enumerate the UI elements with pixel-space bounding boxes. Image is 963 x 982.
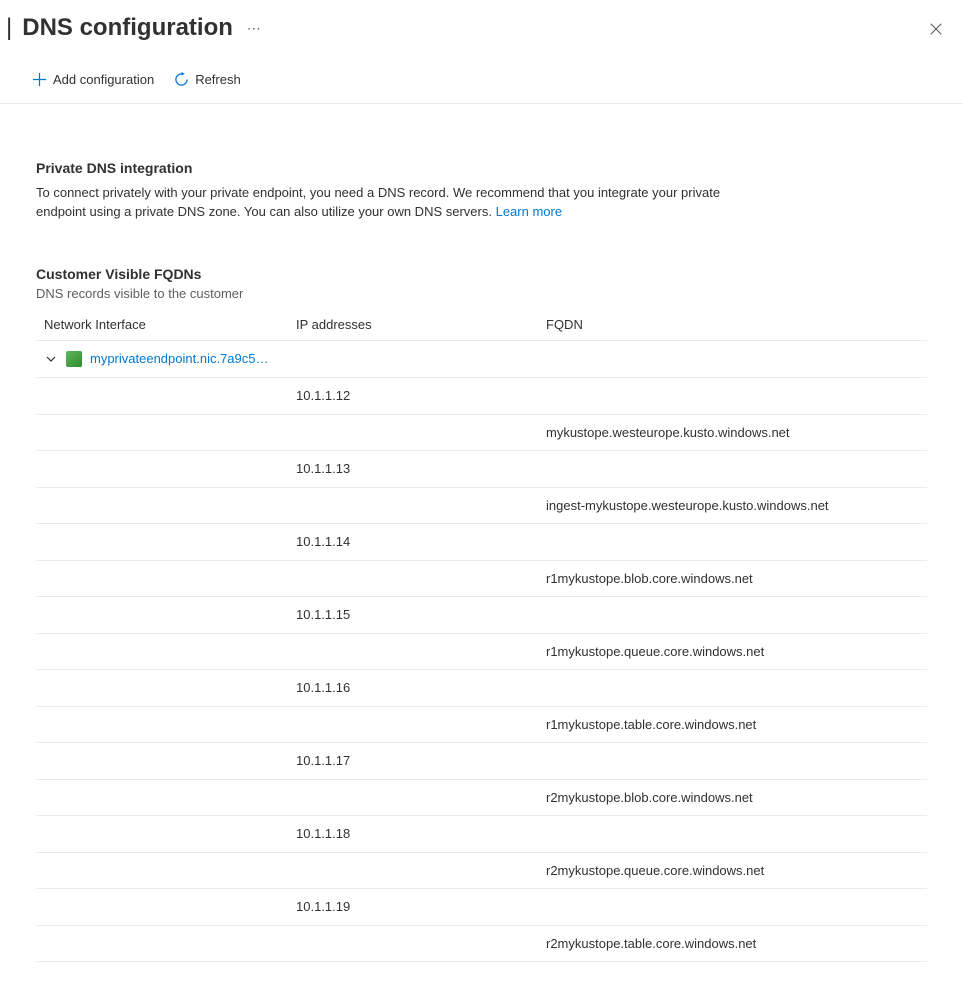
fqdn-cell: r2mykustope.blob.core.windows.net [546,779,927,815]
chevron-down-icon[interactable] [36,388,66,402]
col-header-network-interface: Network Interface [36,311,296,341]
fqdn-row: r1mykustope.table.core.windows.net [36,706,927,742]
fqdn-row: mykustope.westeurope.kusto.windows.net [36,414,927,450]
close-button[interactable] [929,22,943,39]
learn-more-link[interactable]: Learn more [496,204,562,219]
page-title: DNS configuration [22,14,233,42]
refresh-button[interactable]: Refresh [172,68,243,91]
add-configuration-label: Add configuration [53,72,154,87]
refresh-label: Refresh [195,72,241,87]
fqdn-row: r1mykustope.queue.core.windows.net [36,633,927,669]
ip-row[interactable]: 10.1.1.17 [36,742,927,779]
ip-row[interactable]: 10.1.1.19 [36,888,927,925]
refresh-icon [174,72,189,87]
plus-icon [32,72,47,87]
page-header: | DNS configuration ⋯ [0,0,963,42]
nic-link[interactable]: myprivateendpoint.nic.7a9c52… [90,351,270,366]
close-icon [929,22,943,36]
ip-row[interactable]: 10.1.1.14 [36,523,927,560]
fqdn-row: r2mykustope.queue.core.windows.net [36,852,927,888]
chevron-down-icon[interactable] [44,352,58,366]
title-separator: | [6,14,12,42]
fqdns-desc: DNS records visible to the customer [36,286,927,301]
fqdn-cell: r1mykustope.queue.core.windows.net [546,633,927,669]
fqdn-cell: r2mykustope.table.core.windows.net [546,925,927,961]
chevron-down-icon[interactable] [36,680,66,694]
fqdn-cell: r1mykustope.blob.core.windows.net [546,560,927,596]
fqdn-cell: mykustope.westeurope.kusto.windows.net [546,414,927,450]
col-header-ip: IP addresses [296,311,546,341]
fqdn-row: ingest-mykustope.westeurope.kusto.window… [36,487,927,523]
ip-cell: 10.1.1.15 [296,596,546,633]
chevron-down-icon[interactable] [36,753,66,767]
fqdn-row: r2mykustope.table.core.windows.net [36,925,927,961]
ip-cell: 10.1.1.18 [296,815,546,852]
private-dns-title: Private DNS integration [36,160,927,176]
ip-cell: 10.1.1.19 [296,888,546,925]
chevron-down-icon[interactable] [36,534,66,548]
ip-cell: 10.1.1.14 [296,523,546,560]
ip-row[interactable]: 10.1.1.18 [36,815,927,852]
fqdns-title: Customer Visible FQDNs [36,266,927,282]
fqdn-row: r1mykustope.blob.core.windows.net [36,560,927,596]
main-content: Private DNS integration To connect priva… [0,104,963,982]
ip-cell: 10.1.1.13 [296,450,546,487]
ip-row[interactable]: 10.1.1.16 [36,669,927,706]
nic-icon [66,351,82,367]
nic-group-row[interactable]: myprivateendpoint.nic.7a9c52… [36,340,927,377]
fqdn-row: r2mykustope.blob.core.windows.net [36,779,927,815]
ip-cell: 10.1.1.16 [296,669,546,706]
private-dns-desc: To connect privately with your private e… [36,184,756,222]
col-header-fqdn: FQDN [546,311,927,341]
more-icon[interactable]: ⋯ [247,20,262,37]
chevron-down-icon[interactable] [36,461,66,475]
ip-row[interactable]: 10.1.1.15 [36,596,927,633]
add-configuration-button[interactable]: Add configuration [30,68,156,91]
fqdn-cell: r1mykustope.table.core.windows.net [546,706,927,742]
chevron-down-icon[interactable] [36,607,66,621]
ip-row[interactable]: 10.1.1.12 [36,377,927,414]
fqdn-cell: r2mykustope.queue.core.windows.net [546,852,927,888]
fqdn-cell: ingest-mykustope.westeurope.kusto.window… [546,487,927,523]
ip-cell: 10.1.1.12 [296,377,546,414]
ip-cell: 10.1.1.17 [296,742,546,779]
fqdn-table: Network Interface IP addresses FQDN mypr… [36,311,927,962]
ip-row[interactable]: 10.1.1.13 [36,450,927,487]
command-bar: Add configuration Refresh [0,42,963,104]
chevron-down-icon[interactable] [36,826,66,840]
